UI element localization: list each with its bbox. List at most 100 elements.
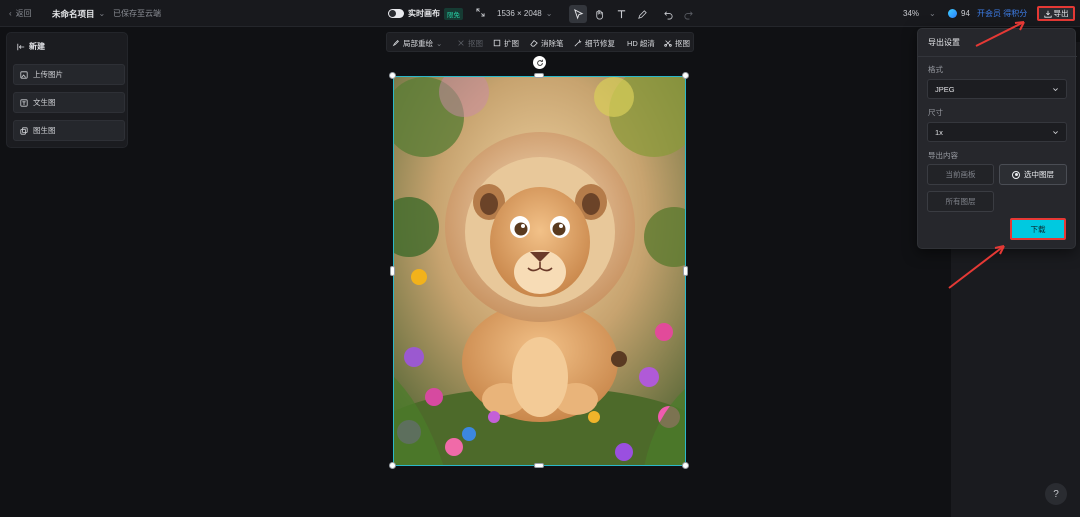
rotate-handle[interactable] — [533, 56, 546, 69]
download-icon — [1043, 10, 1052, 18]
canvas-size: 1536 × 2048 — [497, 9, 542, 18]
canvas-image-lion[interactable] — [393, 76, 686, 466]
help-button[interactable]: ? — [1045, 483, 1067, 505]
hd-upscale-label: HD 超清 — [627, 38, 655, 48]
credits-display[interactable]: 94 — [948, 0, 970, 27]
resize-handle-right[interactable] — [683, 266, 688, 276]
export-content-label: 导出内容 — [928, 151, 958, 160]
download-label: 下载 — [1030, 224, 1046, 234]
detail-repair-label: 细节修复 — [585, 38, 615, 48]
collapse-icon — [17, 43, 25, 50]
brush-icon — [392, 40, 399, 47]
size-select[interactable]: 1x — [927, 122, 1067, 142]
resize-handle-left[interactable] — [390, 266, 395, 276]
format-select[interactable]: JPEG — [927, 79, 1067, 99]
cutout-icon — [458, 40, 464, 46]
text-to-image-icon — [20, 98, 28, 107]
upload-image-icon — [20, 70, 28, 79]
hand-tool[interactable] — [590, 5, 608, 23]
radio-selected-icon — [1012, 170, 1020, 179]
chevron-down-icon: ⌄ — [98, 9, 106, 18]
divider — [918, 56, 1077, 57]
pen-icon — [637, 9, 647, 19]
size-value: 1x — [935, 127, 943, 137]
free-badge: 限免 — [444, 7, 463, 20]
chevron-down-icon — [1053, 130, 1058, 134]
credit-icon — [948, 9, 957, 18]
size-label: 尺寸 — [928, 108, 943, 117]
top-bar: ‹ 返回 未命名项目 ⌄ 已保存至云端 实时画布 限免 1536 × 2048 … — [0, 0, 1080, 27]
cutout-label: 抠图 — [675, 38, 690, 48]
option-current-canvas[interactable]: 当前画板 — [927, 164, 994, 185]
chevron-down-icon — [1053, 87, 1058, 91]
resize-handle-bottom-left[interactable] — [389, 462, 396, 469]
undo-icon — [663, 10, 673, 19]
download-button[interactable]: 下载 — [1010, 218, 1066, 240]
current-canvas-label: 当前画板 — [945, 170, 976, 179]
member-link[interactable]: 开会员 得积分 — [977, 0, 1027, 27]
selected-layer-label: 选中图层 — [1024, 170, 1054, 179]
credits-count: 94 — [961, 9, 970, 18]
select-tool[interactable] — [569, 5, 587, 23]
resize-handle-top-left[interactable] — [389, 72, 396, 79]
magic-wand-icon — [574, 39, 582, 47]
eraser-label: 消除笔 — [541, 38, 564, 48]
new-section-header[interactable]: 新建 — [17, 41, 45, 52]
cutout-label-disabled: 抠图 — [468, 38, 483, 48]
new-title: 新建 — [29, 42, 45, 51]
rotate-icon — [536, 59, 543, 66]
upload-image-button[interactable]: 上传图片 — [13, 64, 125, 85]
export-settings-popover: 导出设置 格式 JPEG 尺寸 1x 导出内容 当前画板 选中图层 所有图层 — [917, 28, 1077, 249]
resize-handle-bottom-right[interactable] — [682, 462, 689, 469]
expand-button[interactable]: 扩图 — [493, 33, 519, 53]
back-label: 返回 — [15, 9, 32, 18]
realtime-label: 实时画布 — [408, 9, 440, 18]
canvas-toolbar: 局部重绘 ⌄ 抠图 扩图 消除笔 细节修复 HD 超清 抠图 — [386, 32, 694, 52]
cutout-button-disabled: 抠图 — [457, 33, 483, 53]
pen-tool[interactable] — [633, 5, 651, 23]
text-to-image-button[interactable]: 文生图 — [13, 92, 125, 113]
resize-handle-top[interactable] — [534, 73, 544, 78]
back-button[interactable]: ‹ 返回 — [9, 0, 32, 27]
hd-upscale-button[interactable]: HD 超清 — [627, 33, 655, 53]
all-layers-label: 所有图层 — [945, 197, 976, 206]
chevron-down-icon: ⌄ — [545, 9, 553, 18]
text-to-image-label: 文生图 — [33, 98, 56, 107]
project-name-dropdown[interactable]: 未命名项目 ⌄ — [52, 0, 105, 27]
resize-handle-top-right[interactable] — [682, 72, 689, 79]
chevron-down-icon: ⌄ — [436, 38, 443, 48]
format-label: 格式 — [928, 65, 943, 74]
zoom-dropdown[interactable]: 34% ⌄ — [903, 0, 936, 27]
export-label: 导出 — [1053, 9, 1069, 18]
hand-icon — [595, 9, 603, 19]
realtime-canvas-toggle[interactable]: 实时画布 限免 — [388, 0, 463, 27]
image-to-image-icon — [20, 126, 28, 135]
image-to-image-button[interactable]: 图生图 — [13, 120, 125, 141]
toggle-switch[interactable] — [388, 9, 404, 18]
cutout-button[interactable]: 抠图 — [664, 33, 690, 53]
expand-icon — [493, 39, 501, 47]
cursor-icon — [573, 8, 583, 20]
format-value: JPEG — [935, 84, 955, 94]
detail-repair-button[interactable]: 细节修复 — [574, 33, 615, 53]
cutout-icon — [664, 40, 672, 47]
option-all-layers[interactable]: 所有图层 — [927, 191, 994, 212]
image-to-image-label: 图生图 — [33, 126, 56, 135]
eraser-button[interactable]: 消除笔 — [530, 33, 564, 53]
chevron-left-icon: ‹ — [9, 9, 12, 18]
export-button[interactable]: 导出 — [1037, 6, 1075, 21]
inpaint-button[interactable]: 局部重绘 ⌄ — [392, 33, 442, 53]
inpaint-label: 局部重绘 — [403, 38, 433, 48]
redo-icon — [683, 10, 693, 19]
question-icon: ? — [1053, 488, 1059, 500]
option-selected-layer[interactable]: 选中图层 — [999, 164, 1067, 185]
canvas-size-dropdown[interactable]: 1536 × 2048 ⌄ — [476, 0, 552, 27]
export-settings-title: 导出设置 — [928, 38, 960, 47]
upload-image-label: 上传图片 — [33, 70, 63, 79]
undo-button[interactable] — [659, 5, 677, 23]
redo-button[interactable] — [679, 5, 697, 23]
text-tool[interactable] — [612, 5, 630, 23]
chevron-down-icon: ⌄ — [929, 9, 936, 18]
resize-handle-bottom[interactable] — [534, 463, 544, 468]
resize-icon — [476, 8, 485, 19]
